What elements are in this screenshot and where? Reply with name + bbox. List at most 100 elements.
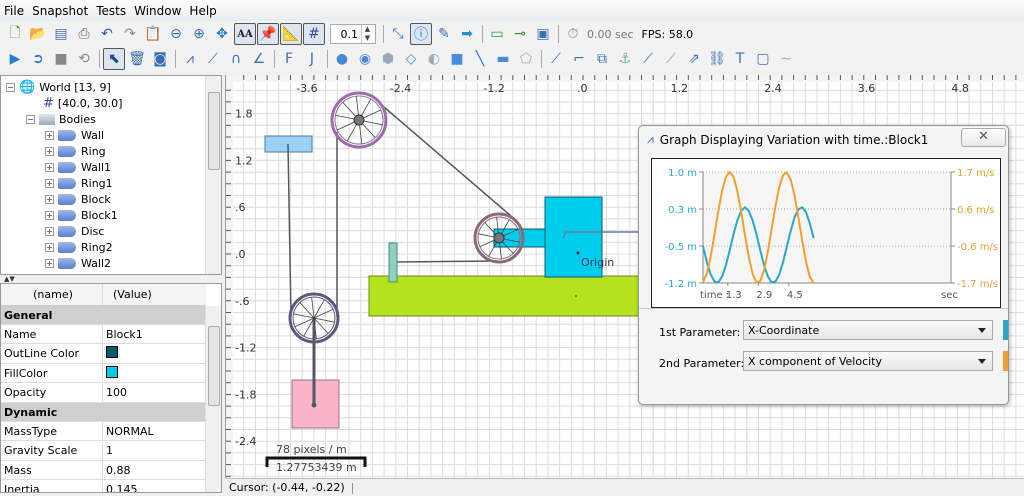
line-joint-button[interactable]: ⟋ — [637, 48, 659, 70]
force-button[interactable]: F — [278, 48, 300, 70]
reset-button[interactable]: ⟲ — [73, 48, 95, 70]
anchor-button[interactable]: ⚓ — [614, 48, 636, 70]
property-scrollbar[interactable] — [205, 306, 221, 492]
property-category[interactable]: Dynamic — [1, 403, 206, 422]
tree-item-body[interactable]: + Wall2 — [45, 255, 111, 271]
expand-icon[interactable]: + — [45, 210, 54, 220]
property-value[interactable]: 0.145 — [103, 483, 138, 492]
tree-bodies[interactable]: − Bodies — [26, 111, 96, 127]
diamond-button[interactable]: ◇ — [400, 48, 422, 70]
property-value[interactable]: Block1 — [103, 328, 143, 341]
chain-button[interactable]: ⛓ — [706, 48, 728, 70]
color-swatch[interactable] — [106, 365, 118, 378]
add-joint-button[interactable]: ⊸ — [509, 23, 531, 45]
tree-item-body[interactable]: + Block2 — [45, 271, 118, 274]
property-category[interactable]: General — [1, 306, 206, 325]
prismatic-joint-button[interactable]: ⟋ — [660, 48, 682, 70]
tree-item-body[interactable]: + Block — [45, 191, 111, 207]
play-button[interactable]: ▶ — [4, 48, 26, 70]
tree-item-body[interactable]: + Ring — [45, 143, 106, 159]
property-row[interactable]: Gravity Scale 1 — [1, 441, 206, 461]
expand-icon[interactable]: + — [45, 194, 54, 204]
close-button[interactable]: ✕ — [961, 128, 1006, 147]
property-value[interactable] — [103, 346, 118, 361]
zoom-out-button[interactable]: ⊖ — [165, 23, 187, 45]
tree-scrollbar[interactable] — [205, 76, 221, 274]
open-button[interactable]: 📂 — [27, 23, 49, 45]
step-button[interactable]: ➲ — [27, 48, 49, 70]
property-value[interactable] — [103, 365, 118, 381]
spinner-arrows-icon[interactable]: ▲ ▼ — [361, 25, 373, 43]
rod-button[interactable]: ╲ — [469, 48, 491, 70]
save-button[interactable]: ▤ — [50, 23, 72, 45]
half-circle-button[interactable]: ◐ — [423, 48, 445, 70]
tree-grid[interactable]: # [40.0, 30.0] — [43, 95, 122, 111]
name-column-header[interactable]: (name) — [1, 284, 103, 305]
property-value[interactable]: 1 — [103, 444, 113, 457]
color-swatch[interactable] — [106, 346, 118, 359]
tree-item-body[interactable]: + Wall1 — [45, 159, 111, 175]
wall-body[interactable] — [388, 242, 398, 283]
weld-joint-button[interactable]: ⧉ — [591, 48, 613, 70]
curve-button[interactable]: ∩ — [225, 48, 247, 70]
param2-select[interactable]: X component of Velocity — [743, 351, 993, 371]
pin-button[interactable]: 📌 — [257, 23, 279, 45]
stop-button[interactable]: ■ — [50, 48, 72, 70]
property-row[interactable]: Opacity 100 — [1, 383, 206, 403]
tree-item-body[interactable]: + Disc — [45, 223, 104, 239]
tree-item-body[interactable]: + Ring1 — [45, 175, 113, 191]
stopwatch-button[interactable]: ⏱ — [562, 23, 584, 45]
print-button[interactable]: ⎙ — [73, 23, 95, 45]
distance-joint-button[interactable]: ⟋ — [545, 48, 567, 70]
property-row[interactable]: Mass 0.88 — [1, 461, 206, 481]
expand-icon[interactable]: + — [45, 258, 54, 268]
property-value[interactable]: 0.88 — [103, 464, 131, 477]
graph-button[interactable]: ⩘ — [179, 48, 201, 70]
custom-shape-button[interactable]: ⬠ — [515, 48, 537, 70]
value-column-header[interactable]: (Value) — [103, 288, 152, 301]
plank-button[interactable]: ▬ — [492, 48, 514, 70]
expand-icon[interactable]: + — [45, 162, 54, 172]
box-button[interactable]: ▢ — [752, 48, 774, 70]
new-button[interactable]: 🗋 — [4, 23, 26, 45]
wave-button[interactable]: ∼ — [775, 48, 797, 70]
forward-arrow-button[interactable]: ➡ — [456, 23, 478, 45]
circle-button[interactable]: ● — [331, 48, 353, 70]
rope-joint-button[interactable]: ⌐ — [568, 48, 590, 70]
paste-button[interactable]: 📋 — [142, 23, 164, 45]
property-row[interactable]: MassType NORMAL — [1, 422, 206, 442]
grid-button[interactable]: # — [303, 23, 325, 45]
param1-select[interactable]: X-Coordinate — [743, 320, 993, 340]
property-value[interactable]: 100 — [103, 386, 127, 399]
splitter-arrows-icon[interactable]: ▲▼ — [4, 275, 15, 283]
expand-icon[interactable]: + — [45, 226, 54, 236]
property-value[interactable]: NORMAL — [103, 425, 154, 438]
delete-button[interactable]: 🗑 — [126, 48, 148, 70]
ruler-button[interactable]: 📐 — [280, 23, 302, 45]
tree-item-body[interactable]: + Ring2 — [45, 239, 113, 255]
polygon-button[interactable]: ⬢ — [377, 48, 399, 70]
ring-button[interactable]: ◉ — [354, 48, 376, 70]
menu-help[interactable]: Help — [189, 4, 216, 18]
rectangle-button[interactable]: ■ — [446, 48, 468, 70]
tree-item-body[interactable]: + Wall — [45, 127, 104, 143]
property-row[interactable]: OutLine Color — [1, 344, 206, 364]
collapse-icon[interactable]: − — [6, 82, 15, 92]
menu-snapshot[interactable]: Snapshot — [32, 4, 88, 18]
step-size-spinner[interactable]: 0.1 ▲ ▼ — [330, 24, 376, 44]
menu-file[interactable]: File — [4, 4, 24, 18]
select-button[interactable]: ⬉ — [103, 48, 125, 70]
undo-button[interactable]: ↶ — [96, 23, 118, 45]
menu-window[interactable]: Window — [134, 4, 181, 18]
pan-button[interactable]: ✥ — [211, 23, 233, 45]
info-button[interactable]: ⓘ — [410, 23, 432, 45]
angle-button[interactable]: ∠ — [248, 48, 270, 70]
expand-icon[interactable]: + — [45, 146, 54, 156]
property-row[interactable]: FillColor — [1, 364, 206, 384]
graph-xy-button[interactable]: ⟋ — [202, 48, 224, 70]
impulse-button[interactable]: J — [301, 48, 323, 70]
text-button[interactable]: T — [729, 48, 751, 70]
menu-tests[interactable]: Tests — [96, 4, 126, 18]
collapse-icon[interactable]: − — [26, 114, 35, 124]
tree-item-body[interactable]: + Block1 — [45, 207, 118, 223]
